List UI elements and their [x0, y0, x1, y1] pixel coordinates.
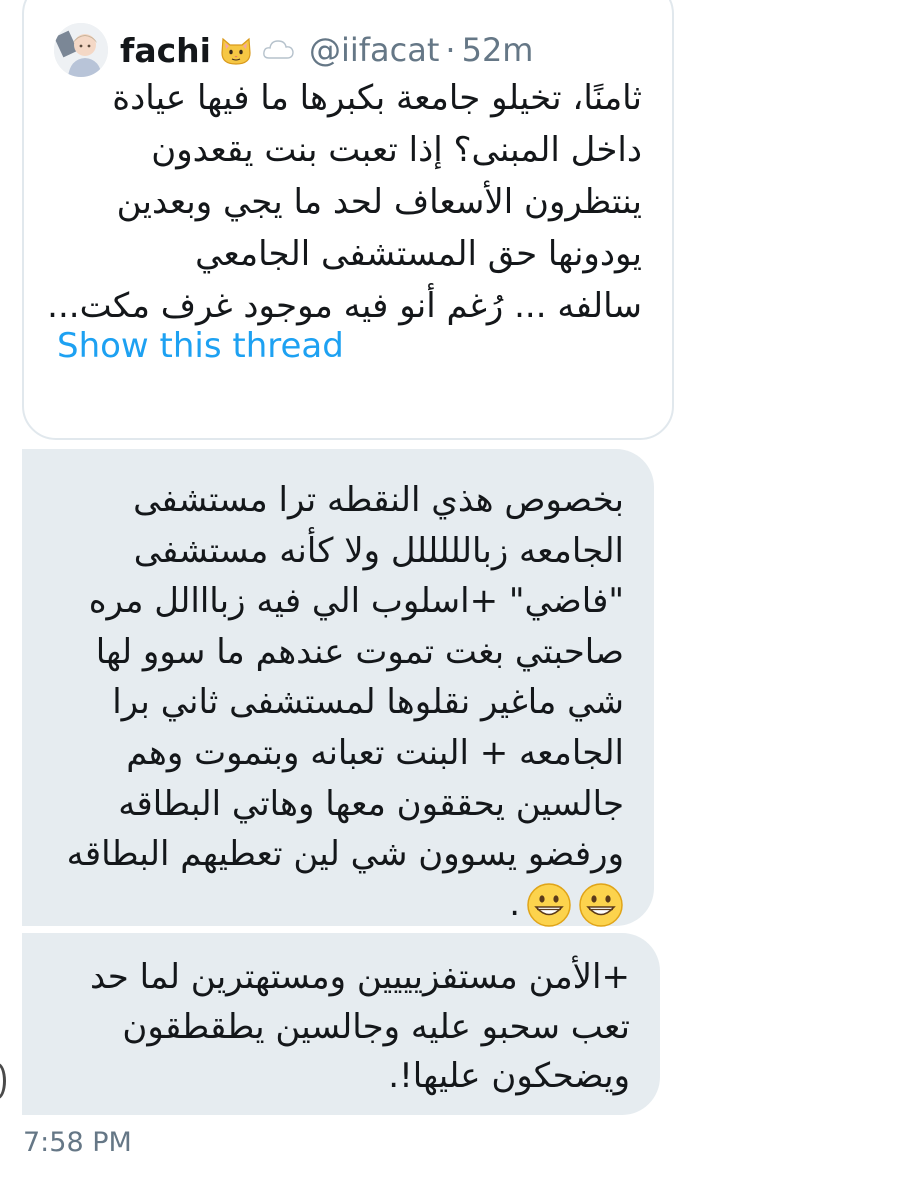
message-line-end: .	[509, 884, 520, 925]
message-line: ويضحكون عليها!.	[388, 1056, 630, 1097]
display-name[interactable]: fachi	[120, 31, 211, 70]
message-line: تعب سحبو عليه وجالسين يطقطقون	[122, 1006, 630, 1047]
tweet-text-line: داخل المبنى؟ إذا تعبت بنت يقعدون	[151, 130, 642, 170]
quoted-tweet-card[interactable]: fachi @iifacat · 52m ثامنًا، تخيلو جامعة…	[22, 0, 674, 440]
separator-dot: ·	[445, 31, 456, 69]
message-line: صاحبتي بغت تموت عندهم ما سوو لها	[95, 631, 624, 672]
message-bubble[interactable]: +الأمن مستفزيييين ومستهترين لما حد تعب س…	[22, 933, 660, 1115]
message-emoji-line: .	[52, 880, 624, 930]
cloud-emoji	[261, 33, 295, 67]
message-line: "فاضي" +اسلوب الي فيه زبااالل مره	[88, 581, 624, 622]
partial-edge-icon	[0, 1063, 6, 1099]
avatar[interactable]	[54, 23, 108, 77]
tweet-text-line: ثامنًا، تخيلو جامعة بكبرها ما فيها عيادة	[112, 78, 642, 118]
user-handle[interactable]: @iifacat	[309, 31, 439, 69]
message-line: شي ماغير نقلوها لمستشفى ثاني برا	[112, 682, 624, 723]
grinning-face-emoji	[578, 882, 624, 928]
message-line: ورفضو يسوون شي لين تعطيهم البطاقه	[66, 834, 624, 875]
tweet-text-line: ينتظرون الأسعاف لحد ما يجي وبعدين	[116, 182, 642, 222]
message-line: بخصوص هذي النقطه ترا مستشفى	[133, 480, 624, 520]
message-bubble[interactable]: بخصوص هذي النقطه ترا مستشفى الجامعه زبال…	[22, 449, 654, 927]
cat-face-emoji	[219, 33, 253, 67]
message-line: جالسين يحققون معها وهاتي البطاقه	[118, 783, 624, 824]
tweet-text-line: يودونها حق المستشفى الجامعي	[195, 234, 642, 274]
message-line: الجامعه زبالللللل ولا كأنه مستشفى	[133, 530, 624, 571]
grinning-face-emoji	[526, 882, 572, 928]
message-timestamp: 7:58 PM	[23, 1127, 132, 1158]
message-line: +الأمن مستفزيييين ومستهترين لما حد	[89, 957, 630, 997]
tweet-header: fachi @iifacat · 52m	[54, 20, 533, 80]
tweet-text-line: سالفه ... رُغم أنو فيه موجود غرف مكت...	[47, 286, 642, 326]
show-thread-link[interactable]: Show this thread	[57, 326, 344, 366]
tweet-time-ago[interactable]: 52m	[462, 31, 534, 69]
tweet-text: ثامنًا، تخيلو جامعة بكبرها ما فيها عيادة…	[42, 72, 642, 332]
message-line: الجامعه + البنت تعبانه وبتموت وهم	[126, 732, 624, 773]
